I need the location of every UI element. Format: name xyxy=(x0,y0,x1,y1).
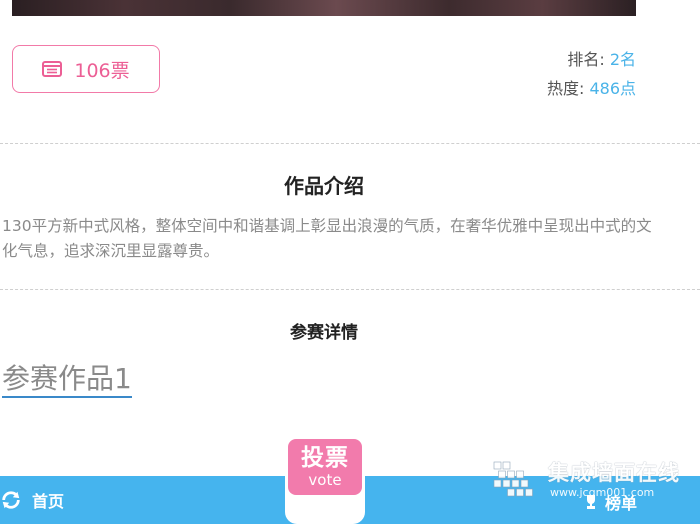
watermark-name: 集成墙面在线 xyxy=(548,461,680,485)
list-icon xyxy=(42,61,63,77)
vote-button-label: 投票 xyxy=(301,445,349,471)
watermark-logo-icon xyxy=(493,461,533,497)
details-title: 参赛详情 xyxy=(290,323,358,343)
rank-label: 排名: xyxy=(567,50,605,69)
refresh-icon xyxy=(2,491,20,509)
work-link[interactable]: 参赛作品1 xyxy=(2,362,132,398)
heat-value: 486点 xyxy=(589,79,636,98)
nav-home-label: 首页 xyxy=(32,492,65,511)
vote-button[interactable]: 投票 vote xyxy=(285,436,365,524)
watermark: 集成墙面在线 www.jcqm001.com xyxy=(490,458,680,502)
nav-home[interactable]: 首页 xyxy=(0,488,64,512)
rank-stat: 排名: 2名 xyxy=(567,46,636,70)
intro-text: 130平方新中式风格，整体空间中和谐基调上彰显出浪漫的气质，在奢华优雅中呈现出中… xyxy=(2,217,652,260)
heat-label: 热度: xyxy=(546,79,585,98)
heat-stat: 热度: 486点 xyxy=(547,75,636,99)
divider xyxy=(0,143,700,144)
vote-count-text: 106票 xyxy=(74,59,130,82)
divider xyxy=(0,289,700,290)
intro-title: 作品介绍 xyxy=(284,174,364,198)
vote-button-sublabel: vote xyxy=(308,471,342,489)
watermark-url: www.jcqm001.com xyxy=(550,486,655,499)
vote-count-box: 106票 xyxy=(12,45,160,93)
rank-value: 2名 xyxy=(609,50,636,69)
work-photo xyxy=(12,0,636,16)
